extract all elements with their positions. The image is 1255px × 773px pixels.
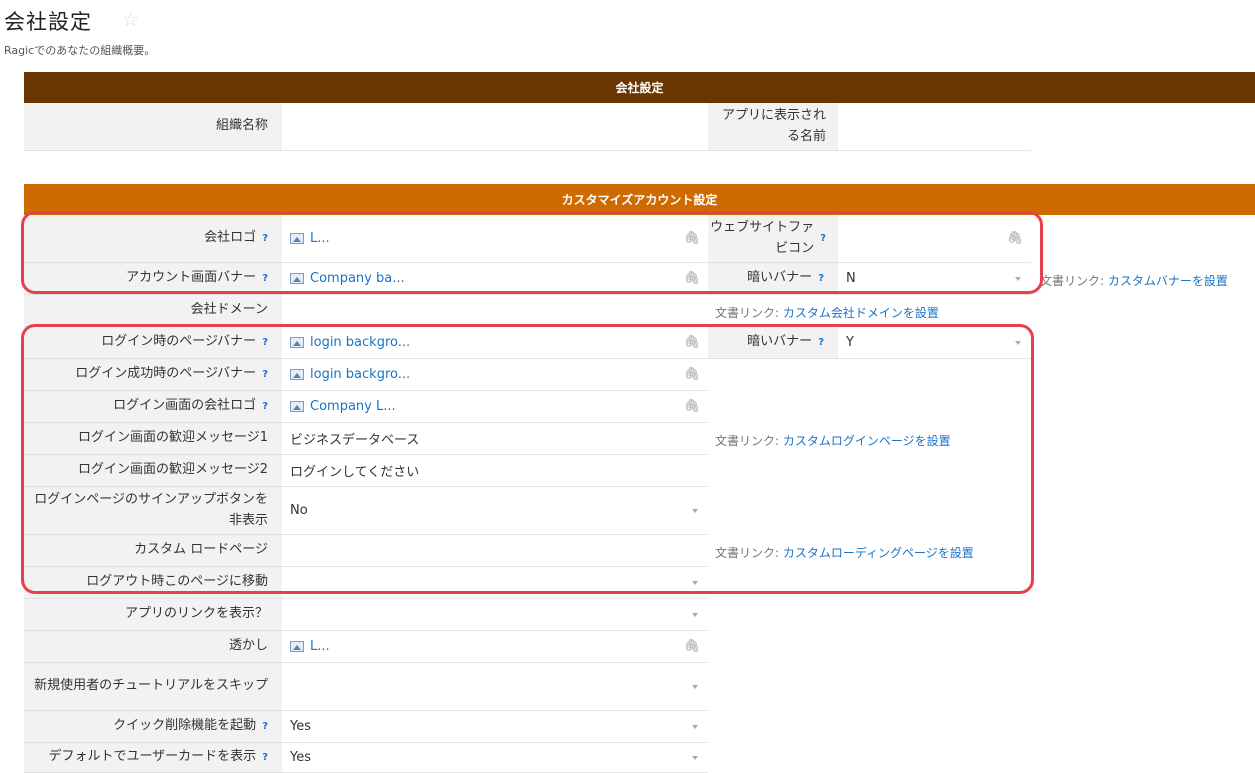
watermark-label: 透かし [24, 631, 282, 663]
image-icon [290, 641, 304, 652]
custom-domain-link[interactable]: カスタム会社ドメインを設置 [783, 306, 939, 320]
login-logo-field[interactable]: Company L... 🖇 [282, 391, 708, 423]
dropdown-arrow-icon[interactable] [692, 612, 698, 617]
skip-tutorial-label: 新規使用者のチュートリアルをスキップ [24, 663, 282, 711]
dark-banner-label: 暗いバナー? [708, 263, 838, 295]
paperclip-icon[interactable]: 🖇 [683, 271, 700, 286]
login-logo-file[interactable]: Company L... [310, 399, 396, 414]
login-banner-field[interactable]: login backgro... 🖇 [282, 327, 708, 359]
paperclip-icon[interactable]: 🖇 [1006, 231, 1023, 246]
dropdown-arrow-icon[interactable] [692, 580, 698, 585]
company-logo-field[interactable]: L... 🖇 [282, 215, 708, 263]
user-card-label: デフォルトでユーザーカードを表示? [24, 743, 282, 773]
loading-page-label: カスタム ロードページ [24, 535, 282, 567]
dropdown-arrow-icon[interactable] [692, 684, 698, 689]
login-banner-file[interactable]: login backgro... [310, 335, 410, 350]
doc-link-custom-login: 文書リンク: カスタムログインページを設置 [715, 434, 951, 448]
help-icon[interactable]: ? [262, 231, 268, 247]
page-subtitle: Ragicでのあなたの組織概要。 [4, 44, 156, 57]
welcome-message-2-label: ログイン画面の歓迎メッセージ2 [24, 455, 282, 487]
watermark-file[interactable]: L... [310, 639, 330, 654]
login-logo-label: ログイン画面の会社ロゴ? [24, 391, 282, 423]
help-icon[interactable]: ? [818, 335, 824, 351]
hide-signup-select[interactable]: No [282, 487, 708, 535]
paperclip-icon[interactable]: 🖇 [683, 335, 700, 350]
dropdown-arrow-icon[interactable] [1015, 340, 1021, 345]
favicon-label: ウェブサイトファビコン? [708, 215, 838, 263]
help-icon[interactable]: ? [262, 335, 268, 351]
org-name-field[interactable] [282, 103, 708, 151]
doc-link-custom-domain: 文書リンク: カスタム会社ドメインを設置 [715, 306, 939, 320]
paperclip-icon[interactable]: 🖇 [683, 367, 700, 382]
login-success-banner-field[interactable]: login backgro... 🖇 [282, 359, 708, 391]
show-app-link-select[interactable] [282, 599, 708, 631]
help-icon[interactable]: ? [262, 271, 268, 287]
login-success-banner-label: ログイン成功時のページバナー? [24, 359, 282, 391]
domain-field[interactable] [282, 295, 708, 327]
welcome-message-1-label: ログイン画面の歓迎メッセージ1 [24, 423, 282, 455]
help-icon[interactable]: ? [262, 367, 268, 383]
account-banner-label: アカウント画面バナー? [24, 263, 282, 295]
logout-redirect-select[interactable] [282, 567, 708, 599]
help-icon[interactable]: ? [262, 719, 268, 735]
user-card-select[interactable]: Yes [282, 743, 708, 773]
dark-banner-2-label: 暗いバナー? [708, 327, 838, 359]
company-logo-file[interactable]: L... [310, 231, 330, 246]
logout-redirect-label: ログアウト時このページに移動 [24, 567, 282, 599]
doc-link-custom-banner: 文書リンク: カスタムバナーを設置 [1040, 274, 1228, 288]
help-icon[interactable]: ? [262, 399, 268, 415]
help-icon[interactable]: ? [262, 750, 268, 766]
image-icon [290, 369, 304, 380]
image-icon [290, 337, 304, 348]
dropdown-arrow-icon[interactable] [692, 508, 698, 513]
watermark-field[interactable]: L... 🖇 [282, 631, 708, 663]
section-header-custom: カスタマイズアカウント設定 [24, 184, 1255, 215]
dropdown-arrow-icon[interactable] [1015, 276, 1021, 281]
dropdown-arrow-icon[interactable] [692, 724, 698, 729]
loading-page-field[interactable] [282, 535, 708, 567]
custom-banner-link[interactable]: カスタムバナーを設置 [1108, 274, 1228, 288]
login-banner-label: ログイン時のページバナー? [24, 327, 282, 359]
page-title: 会社設定 [4, 10, 92, 34]
help-icon[interactable]: ? [818, 271, 824, 287]
dark-banner-select[interactable]: N [838, 263, 1031, 295]
account-banner-file[interactable]: Company ba... [310, 271, 405, 286]
login-success-banner-file[interactable]: login backgro... [310, 367, 410, 382]
quick-delete-label: クイック削除機能を起動? [24, 711, 282, 743]
show-app-link-label: アプリのリンクを表示？ [24, 599, 282, 631]
section-header-company: 会社設定 [24, 72, 1255, 103]
company-logo-label: 会社ロゴ? [24, 215, 282, 263]
app-name-field[interactable] [838, 103, 1031, 151]
paperclip-icon[interactable]: 🖇 [683, 231, 700, 246]
welcome-message-1-field[interactable]: ビジネスデータベース [282, 423, 708, 455]
doc-link-custom-loading: 文書リンク: カスタムローディングページを設置 [715, 546, 974, 560]
hide-signup-label: ログインページのサインアップボタンを非表示 [24, 487, 282, 535]
welcome-message-2-field[interactable]: ログインしてください [282, 455, 708, 487]
image-icon [290, 233, 304, 244]
image-icon [290, 273, 304, 284]
paperclip-icon[interactable]: 🖇 [683, 399, 700, 414]
paperclip-icon[interactable]: 🖇 [683, 639, 700, 654]
help-icon[interactable]: ? [820, 231, 826, 247]
skip-tutorial-select[interactable] [282, 663, 708, 711]
dark-banner-2-select[interactable]: Y [838, 327, 1031, 359]
dropdown-arrow-icon[interactable] [692, 755, 698, 760]
favicon-field[interactable]: 🖇 [838, 215, 1031, 263]
domain-label: 会社ドメーン [24, 295, 282, 327]
image-icon [290, 401, 304, 412]
app-name-label: アプリに表示される名前 [708, 103, 838, 151]
favorite-star-icon[interactable]: ☆ [122, 9, 139, 31]
custom-loading-link[interactable]: カスタムローディングページを設置 [783, 546, 974, 560]
account-banner-field[interactable]: Company ba... 🖇 [282, 263, 708, 295]
quick-delete-select[interactable]: Yes [282, 711, 708, 743]
org-name-label: 組織名称 [24, 103, 282, 151]
custom-login-link[interactable]: カスタムログインページを設置 [783, 434, 951, 448]
